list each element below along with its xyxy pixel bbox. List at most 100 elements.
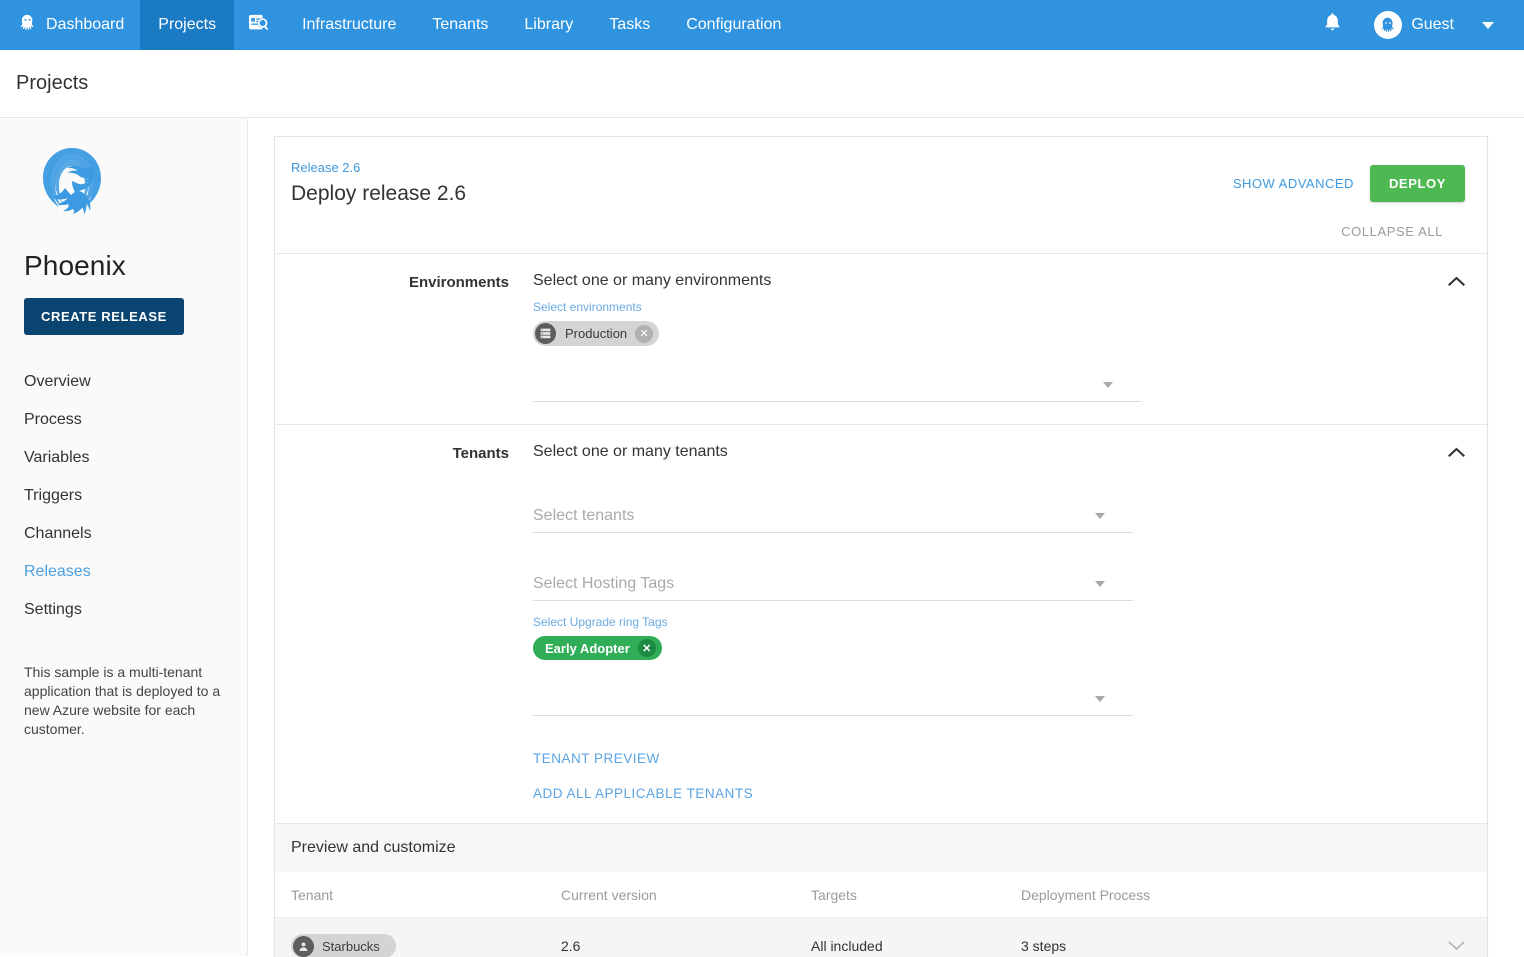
environments-collapse-toggle[interactable] <box>1435 272 1465 287</box>
close-icon[interactable]: ✕ <box>635 325 653 343</box>
environments-section: Environments Select one or many environm… <box>275 253 1487 424</box>
cell-tenant: Starbucks <box>275 918 545 957</box>
sidebar-item-channels[interactable]: Channels <box>24 515 223 553</box>
upgrade-ring-chip-early-adopter[interactable]: Early Adopter ✕ <box>533 636 662 660</box>
tenant-link-actions: TENANT PREVIEW ADD ALL APPLICABLE TENANT… <box>533 742 1435 801</box>
tenants-body: Select one or many tenants Select tenant… <box>533 443 1435 801</box>
chevron-up-icon <box>1448 447 1465 458</box>
phoenix-logo-icon <box>22 140 122 232</box>
caret-down-icon <box>1103 382 1113 388</box>
deploy-release-card: Release 2.6 Deploy release 2.6 SHOW ADVA… <box>274 136 1488 957</box>
tenant-chip-starbucks[interactable]: Starbucks <box>291 934 396 957</box>
notifications-button[interactable] <box>1305 12 1360 38</box>
column-header-current-version: Current version <box>545 872 795 918</box>
table-body: Starbucks 2.6 All included 3 steps <box>275 918 1487 957</box>
deploy-button[interactable]: DEPLOY <box>1370 165 1465 202</box>
search-document-icon <box>248 13 270 38</box>
tenant-preview-link[interactable]: TENANT PREVIEW <box>533 742 1435 766</box>
environments-select[interactable] <box>533 368 1141 402</box>
environments-field-label: Select environments <box>533 300 1435 314</box>
environments-body: Select one or many environments Select e… <box>533 272 1435 402</box>
tenants-collapse-toggle[interactable] <box>1435 443 1465 458</box>
user-menu-button[interactable]: Guest <box>1360 11 1460 39</box>
select-hosting-tags-placeholder: Select Hosting Tags <box>533 575 674 593</box>
chevron-down-icon <box>1448 940 1465 951</box>
tenant-chip-label: Starbucks <box>314 939 392 954</box>
card-header-actions: SHOW ADVANCED DEPLOY <box>1233 159 1465 202</box>
card-header-texts: Release 2.6 Deploy release 2.6 <box>291 159 1233 206</box>
environment-chip-label: Production <box>556 326 635 341</box>
nav-item-search[interactable] <box>234 0 284 50</box>
select-hosting-tags-input[interactable]: Select Hosting Tags <box>533 567 1133 601</box>
create-release-button[interactable]: CREATE RELEASE <box>24 298 184 335</box>
chevron-up-icon <box>1448 276 1465 287</box>
nav-label-dashboard: Dashboard <box>46 16 124 34</box>
chevron-down-icon <box>1482 22 1494 29</box>
main-content: Release 2.6 Deploy release 2.6 SHOW ADVA… <box>248 118 1524 956</box>
avatar <box>1374 11 1402 39</box>
card-title: Deploy release 2.6 <box>291 182 1233 206</box>
select-tenants-input[interactable]: Select tenants <box>533 499 1133 533</box>
column-header-deployment-process: Deployment Process <box>1005 872 1427 918</box>
close-icon[interactable]: ✕ <box>638 639 656 657</box>
column-header-tenant: Tenant <box>275 872 545 918</box>
upgrade-ring-tags-label: Select Upgrade ring Tags <box>533 615 1435 629</box>
sidebar-item-settings[interactable]: Settings <box>24 591 223 629</box>
column-header-targets: Targets <box>795 872 1005 918</box>
environments-label: Environments <box>291 272 533 291</box>
person-icon <box>293 936 314 957</box>
breadcrumb: Projects <box>0 50 1524 118</box>
nav-label-projects: Projects <box>158 16 216 34</box>
environments-chip-row: Production ✕ <box>533 321 1435 346</box>
card-header-row: Release 2.6 Deploy release 2.6 SHOW ADVA… <box>291 159 1465 206</box>
project-name: Phoenix <box>24 250 223 282</box>
card-header: Release 2.6 Deploy release 2.6 SHOW ADVA… <box>275 137 1487 253</box>
sidebar-item-variables[interactable]: Variables <box>24 439 223 477</box>
upgrade-ring-chip-row: Early Adopter ✕ <box>533 636 1435 660</box>
nav-label-tenants: Tenants <box>432 16 488 34</box>
sidebar-item-releases[interactable]: Releases <box>24 553 223 591</box>
nav-spacer <box>799 0 1305 50</box>
user-name-label: Guest <box>1411 16 1454 34</box>
cell-targets: All included <box>795 918 1005 957</box>
sidebar-item-triggers[interactable]: Triggers <box>24 477 223 515</box>
show-advanced-button[interactable]: SHOW ADVANCED <box>1233 176 1354 191</box>
tenants-heading: Select one or many tenants <box>533 443 1435 461</box>
top-navigation-bar: Dashboard Projects Infrastructure <box>0 0 1524 50</box>
top-nav-user-area: Guest <box>1305 0 1524 50</box>
cell-deployment-process: 3 steps <box>1005 918 1427 957</box>
nav-label-infrastructure: Infrastructure <box>302 16 396 34</box>
nav-item-tasks[interactable]: Tasks <box>591 0 668 50</box>
user-menu-caret-button[interactable] <box>1460 22 1508 29</box>
row-expand-button[interactable] <box>1427 918 1487 957</box>
nav-item-tenants[interactable]: Tenants <box>414 0 506 50</box>
nav-label-library: Library <box>524 16 573 34</box>
sidebar-item-process[interactable]: Process <box>24 401 223 439</box>
nav-item-library[interactable]: Library <box>506 0 591 50</box>
sidebar-menu: Overview Process Variables Triggers Chan… <box>24 363 223 629</box>
nav-label-configuration: Configuration <box>686 16 781 34</box>
octopus-icon <box>18 13 37 37</box>
page-title: Projects <box>16 72 88 95</box>
nav-item-infrastructure[interactable]: Infrastructure <box>284 0 414 50</box>
tenants-section: Tenants Select one or many tenants Selec… <box>275 424 1487 823</box>
sidebar: Phoenix CREATE RELEASE Overview Process … <box>0 118 248 956</box>
tenant-preview-table: Tenant Current version Targets Deploymen… <box>275 872 1487 957</box>
environment-chip-production[interactable]: Production ✕ <box>533 321 659 346</box>
column-header-expand <box>1427 872 1487 918</box>
cell-current-version: 2.6 <box>545 918 795 957</box>
upgrade-ring-tags-select[interactable] <box>533 682 1133 716</box>
sidebar-item-overview[interactable]: Overview <box>24 363 223 401</box>
collapse-all-button[interactable]: COLLAPSE ALL <box>291 206 1465 253</box>
table-header-row: Tenant Current version Targets Deploymen… <box>275 872 1487 918</box>
nav-item-configuration[interactable]: Configuration <box>668 0 799 50</box>
release-link[interactable]: Release 2.6 <box>291 160 360 175</box>
table-row[interactable]: Starbucks 2.6 All included 3 steps <box>275 918 1487 957</box>
add-all-applicable-tenants-link[interactable]: ADD ALL APPLICABLE TENANTS <box>533 766 1435 801</box>
nav-item-projects[interactable]: Projects <box>140 0 234 50</box>
nav-item-dashboard[interactable]: Dashboard <box>0 0 140 50</box>
body-layout: Phoenix CREATE RELEASE Overview Process … <box>0 118 1524 956</box>
server-stack-icon <box>535 323 556 344</box>
caret-down-icon <box>1095 581 1105 587</box>
nav-label-tasks: Tasks <box>609 16 650 34</box>
